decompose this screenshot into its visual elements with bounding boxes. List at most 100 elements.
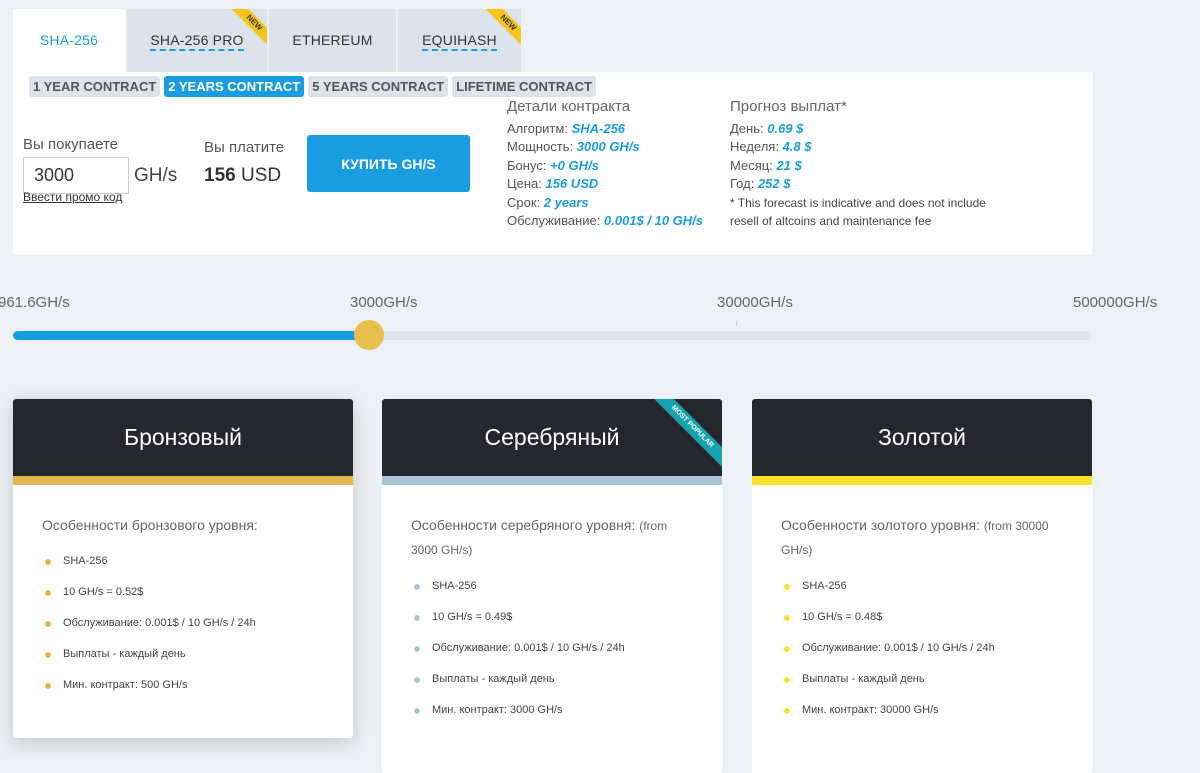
payout-forecast: Прогноз выплат* День: 0.69 $ Неделя: 4.8… [730,98,990,230]
forecast-key: Неделя: [730,139,779,155]
plan-card-silver[interactable]: Серебряный MOST POPULAR Особенности сере… [382,399,722,773]
feature-item: Мин. контракт: 3000 GH/s [411,695,693,726]
detail-key: Мощность: [507,139,574,155]
hashrate-amount-input[interactable] [23,157,129,194]
tab-label: SHA-256 [39,32,99,48]
algorithm-tabs: SHA-256 SHA-256 PRO NEW ETHEREUM EQUIHAS… [13,9,523,72]
feature-text: Выплаты - каждый день [63,648,186,660]
forecast-value: 252 $ [757,176,791,192]
feature-text: 10 GH/s = 0.52$ [63,586,144,598]
forecast-key: Год: [730,176,755,192]
forecast-key: День: [730,121,764,136]
features-title: Особенности серебряного уровня: (from 30… [411,514,693,562]
tab-sha-256-pro[interactable]: SHA-256 PRO NEW [127,9,267,72]
feature-text: Мин. контракт: 500 GH/s [63,679,188,691]
bullet-dot [784,645,790,652]
feature-item: SHA-256 [781,571,1063,602]
price-currency: USD [240,165,282,186]
contract-5-years[interactable]: 5 YEARS CONTRACT [308,76,449,97]
bullet-dot [414,707,420,714]
pay-label: Вы платите [204,139,285,156]
tab-sha-256[interactable]: SHA-256 [13,9,125,72]
detail-key: Бонус: [507,157,547,173]
bullet-dot [414,614,420,621]
plan-color-bar [752,476,1092,485]
bullet-dot [45,620,51,627]
feature-text: Мин. контракт: 30000 GH/s [802,704,939,716]
feature-text: SHA-256 [802,580,847,592]
tab-equihash[interactable]: EQUIHASH NEW [398,9,521,72]
bullet-dot [784,583,790,590]
feature-item: Мин. контракт: 500 GH/s [42,670,324,701]
bullet-dot [45,558,51,565]
plan-body: Особенности серебряного уровня: (from 30… [382,485,722,726]
plan-header: Золотой [752,399,1092,476]
tab-label: SHA-256 PRO [150,32,244,51]
feature-text: Обслуживание: 0.001$ / 10 GH/s / 24h [802,642,995,654]
feature-text: Обслуживание: 0.001$ / 10 GH/s / 24h [432,642,625,654]
forecast-value: 21 $ [776,157,802,173]
purchase-card: 1 YEAR CONTRACT 2 YEARS CONTRACT 5 YEARS… [13,72,1092,254]
contract-lifetime[interactable]: LIFETIME CONTRACT [452,76,596,97]
most-popular-badge: MOST POPULAR [651,399,722,468]
feature-item: Выплаты - каждый день [411,664,693,695]
feature-item: Мин. контракт: 30000 GH/s [781,695,1063,726]
plan-body: Особенности золотого уровня: (from 30000… [752,485,1092,726]
detail-value: +0 GH/s [550,157,599,173]
feature-text: SHA-256 [63,555,108,567]
feature-text: Мин. контракт: 3000 GH/s [432,704,563,716]
contract-1-year[interactable]: 1 YEAR CONTRACT [29,76,161,97]
bullet-dot [414,645,420,652]
feature-item: Выплаты - каждый день [42,639,324,670]
hashrate-slider-handle[interactable] [354,320,384,350]
forecast-key: Месяц: [730,157,773,173]
bullet-dot [414,583,420,590]
slider-label-mid: 30000GH/s [717,294,793,311]
slider-label-min: 961.6GH/s [0,294,70,311]
detail-row: Мощность: 3000 GH/s [507,138,703,156]
contract-details: Детали контракта Алгоритм: SHA-256 Мощно… [507,98,703,230]
feature-text: 10 GH/s = 0.48$ [802,611,883,623]
forecast-disclaimer: * This forecast is indicative and does n… [730,195,986,228]
features-title-text: Особенности бронзового уровня: [42,517,258,533]
feature-item: SHA-256 [411,571,693,602]
plan-card-gold[interactable]: Золотой Особенности золотого уровня: (fr… [752,399,1092,773]
buy-label: Вы покупаете [23,136,119,153]
bullet-dot [45,589,51,596]
feature-item: 10 GH/s = 0.52$ [42,577,324,608]
detail-value: 156 USD [545,176,599,192]
buy-button[interactable]: КУПИТЬ GH/S [307,135,470,192]
bullet-dot [784,707,790,714]
feature-item: Обслуживание: 0.001$ / 10 GH/s / 24h [411,633,693,664]
detail-row: Срок: 2 years [507,194,703,212]
contract-duration-selector: 1 YEAR CONTRACT 2 YEARS CONTRACT 5 YEARS… [29,76,600,97]
details-title: Детали контракта [507,98,631,115]
bullet-dot [784,614,790,621]
slider-tick [736,321,737,326]
forecast-title: Прогноз выплат* [730,98,847,115]
tab-label: EQUIHASH [422,32,497,51]
plan-name: Золотой [877,424,967,450]
plan-color-bar [13,476,353,485]
tab-ethereum[interactable]: ETHEREUM [269,9,396,72]
detail-row: Обслуживание: 0.001$ / 10 GH/s [507,212,703,230]
promo-code-link[interactable]: Ввести промо код [23,190,122,204]
detail-value: SHA-256 [571,121,626,136]
contract-2-years[interactable]: 2 YEARS CONTRACT [164,76,305,97]
detail-row: Бонус: +0 GH/s [507,157,703,175]
features-title: Особенности бронзового уровня: [42,514,324,537]
price-value: 156 [204,165,236,186]
forecast-row: Год: 252 $ [730,175,990,193]
plan-card-bronze[interactable]: Бронзовый Особенности бронзового уровня:… [13,399,353,738]
detail-key: Обслуживание: [507,213,601,229]
feature-item: 10 GH/s = 0.48$ [781,602,1063,633]
forecast-value: 0.69 $ [767,121,804,136]
bullet-dot [784,676,790,683]
hashrate-unit: GH/s [134,165,178,186]
detail-key: Цена: [507,176,542,192]
detail-value: 3000 GH/s [576,139,640,155]
features-title: Особенности золотого уровня: (from 30000… [781,514,1063,562]
detail-row: Цена: 156 USD [507,175,703,193]
feature-text: Выплаты - каждый день [802,673,925,685]
feature-text: 10 GH/s = 0.49$ [432,611,513,623]
